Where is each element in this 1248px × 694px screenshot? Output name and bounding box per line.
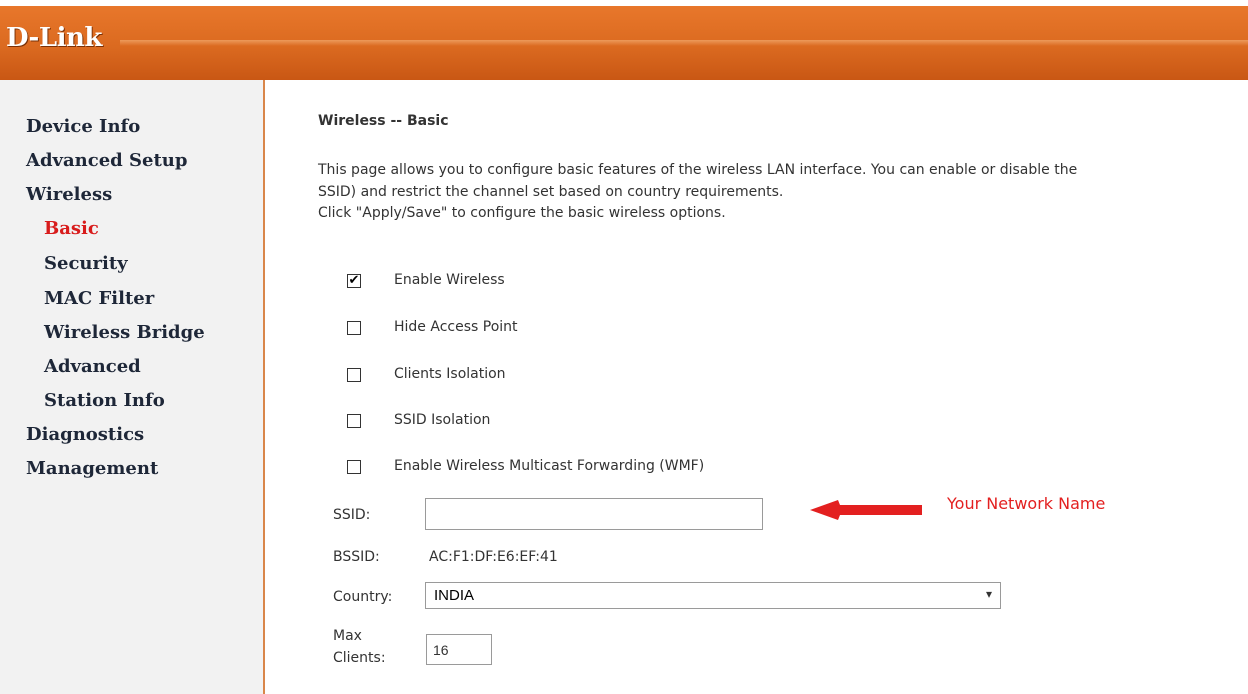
main-content: Wireless -- Basic This page allows you t… — [265, 80, 1248, 694]
enable-wireless-checkbox[interactable]: ✔ — [347, 274, 361, 288]
sidebar-item-security[interactable]: Security — [44, 253, 128, 274]
max-clients-label-line-2: Clients: — [333, 650, 386, 666]
header-bar: D-Link — [0, 6, 1248, 80]
sidebar-item-wireless[interactable]: Wireless — [26, 184, 112, 205]
check-mark-icon: ✔ — [348, 273, 360, 288]
sidebar-item-station-info[interactable]: Station Info — [44, 390, 165, 411]
chevron-down-icon: ▾ — [985, 587, 992, 601]
sidebar-item-advanced[interactable]: Advanced — [44, 356, 141, 377]
description-line-1: This page allows you to configure basic … — [318, 162, 1078, 178]
sidebar-item-basic[interactable]: Basic — [44, 218, 99, 239]
country-label: Country: — [333, 589, 393, 605]
ssid-isolation-checkbox[interactable] — [347, 414, 361, 428]
dlink-logo: D-Link — [6, 23, 102, 53]
wmf-label: Enable Wireless Multicast Forwarding (WM… — [394, 458, 705, 474]
max-clients-input[interactable] — [426, 634, 492, 665]
country-value: INDIA — [434, 587, 475, 604]
sidebar-item-mac-filter[interactable]: MAC Filter — [44, 288, 154, 309]
description-line-2: SSID) and restrict the channel set based… — [318, 184, 784, 200]
ssid-label: SSID: — [333, 507, 371, 523]
description-line-3: Click "Apply/Save" to configure the basi… — [318, 205, 726, 221]
sidebar: Device Info Advanced Setup Wireless Basi… — [0, 80, 265, 694]
enable-wireless-label: Enable Wireless — [394, 272, 505, 288]
sidebar-item-device-info[interactable]: Device Info — [26, 116, 140, 137]
page-title: Wireless -- Basic — [318, 113, 449, 129]
wmf-checkbox[interactable] — [347, 460, 361, 474]
hide-access-point-checkbox[interactable] — [347, 321, 361, 335]
sidebar-item-diagnostics[interactable]: Diagnostics — [26, 424, 144, 445]
ssid-input[interactable] — [425, 498, 763, 530]
sidebar-item-management[interactable]: Management — [26, 458, 158, 479]
sidebar-item-advanced-setup[interactable]: Advanced Setup — [26, 150, 187, 171]
bssid-value: AC:F1:DF:E6:EF:41 — [429, 549, 558, 565]
max-clients-label-line-1: Max — [333, 628, 362, 644]
clients-isolation-label: Clients Isolation — [394, 366, 506, 382]
arrow-left-icon — [810, 500, 922, 520]
country-select[interactable]: INDIA ▾ — [425, 582, 1001, 609]
bssid-label: BSSID: — [333, 549, 380, 565]
sidebar-item-wireless-bridge[interactable]: Wireless Bridge — [44, 322, 205, 343]
network-name-annotation: Your Network Name — [947, 494, 1106, 513]
ssid-isolation-label: SSID Isolation — [394, 412, 491, 428]
clients-isolation-checkbox[interactable] — [347, 368, 361, 382]
hide-access-point-label: Hide Access Point — [394, 319, 518, 335]
